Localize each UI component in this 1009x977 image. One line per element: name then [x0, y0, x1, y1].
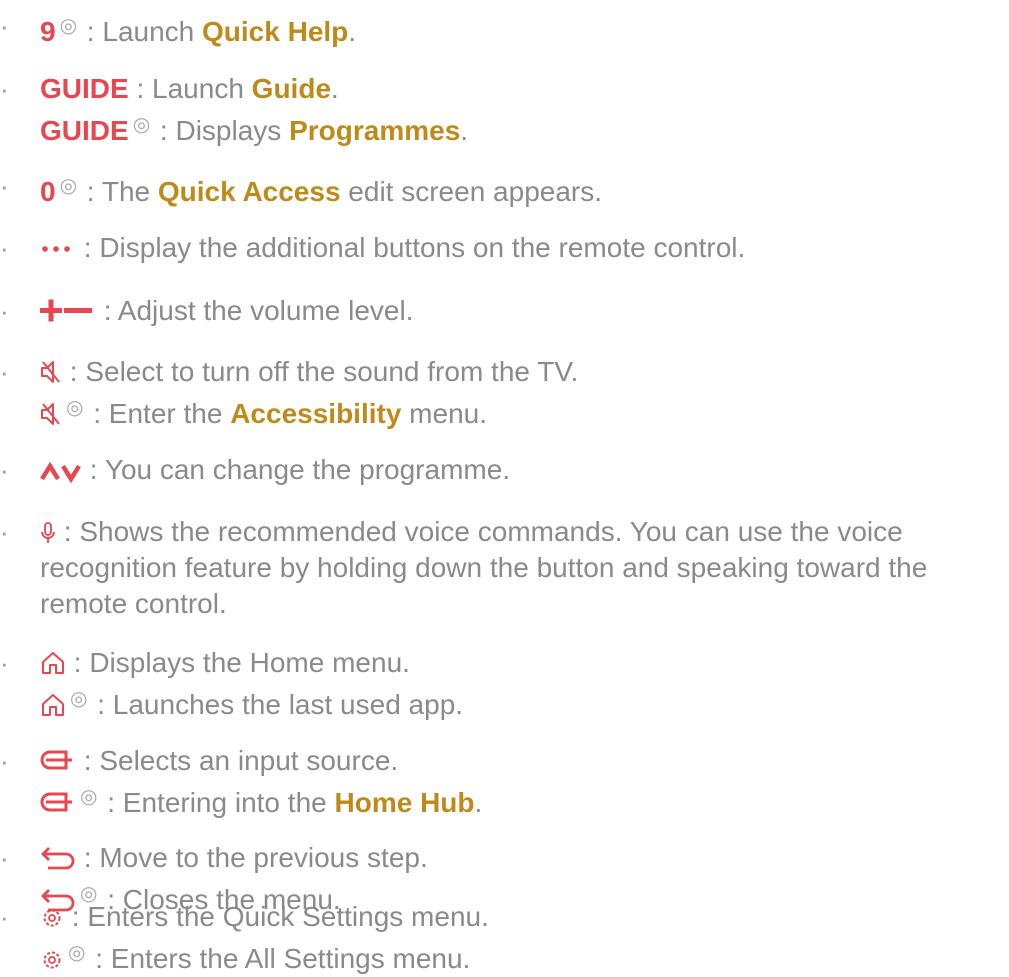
- key-label: GUIDE: [40, 73, 129, 104]
- list-item: · : Selects an input source. ◎ : Enterin…: [0, 743, 483, 818]
- description-text: : You can change the programme.: [82, 454, 511, 485]
- input-source-icon: [40, 748, 76, 774]
- description-text: : Entering into the: [99, 787, 335, 818]
- list-item: · : Enters the Quick Settings menu. ◎ : …: [0, 899, 489, 974]
- long-press-symbol: ◎: [70, 688, 88, 710]
- more-dots-icon: [40, 241, 76, 261]
- description-text: : Displays the Home menu.: [66, 647, 410, 678]
- menu-highlight: Accessibility: [230, 398, 402, 429]
- description-text: : Launches the last used app.: [89, 689, 464, 720]
- list-item: · : Shows the recommended voice commands…: [0, 514, 1000, 622]
- description-text: : Display the additional buttons on the …: [76, 232, 746, 263]
- list-item: · : Displays the Home menu. ◎ : Launches…: [0, 645, 464, 720]
- key-label: 9: [40, 16, 56, 47]
- description-text: : Enters the All Settings menu.: [87, 943, 471, 974]
- list-item: · : Select to turn off the sound from th…: [0, 354, 579, 429]
- list-item: · : Adjust the volume level.: [0, 293, 414, 329]
- description-text: : Enter the: [85, 398, 231, 429]
- list-item: · 9 ◎ : Launch Quick Help.: [0, 8, 357, 47]
- home-icon: [40, 692, 66, 718]
- bullet: ·: [0, 648, 9, 678]
- menu-highlight: Quick Access: [157, 176, 341, 207]
- menu-highlight: Guide: [251, 73, 332, 104]
- bullet: ·: [0, 455, 9, 485]
- key-label: GUIDE: [40, 115, 129, 146]
- description-text: : Enters the Quick Settings menu.: [64, 901, 489, 932]
- description-text: : Displays: [152, 115, 290, 146]
- bullet: ·: [0, 171, 9, 201]
- bullet: ·: [0, 902, 9, 932]
- list-item: · GUIDE : Launch Guide. GUIDE ◎ : Display…: [0, 71, 469, 146]
- mute-icon: [40, 401, 62, 427]
- description-text: .: [460, 115, 469, 146]
- back-arrow-icon: [40, 845, 76, 871]
- bullet: ·: [0, 746, 9, 776]
- settings-gear-icon: [40, 948, 64, 972]
- long-press-symbol: ◎: [80, 786, 98, 808]
- long-press-symbol: ◎: [59, 15, 78, 37]
- list-item: · 0 ◎ : The Quick Access edit screen appe…: [0, 168, 603, 207]
- description-text: edit screen appears.: [340, 176, 603, 207]
- description-text: menu.: [401, 398, 488, 429]
- long-press-symbol: ◎: [66, 397, 84, 419]
- bullet: ·: [0, 74, 9, 104]
- description-text: .: [474, 787, 483, 818]
- description-text: : Launch: [79, 16, 203, 47]
- menu-highlight: Quick Help: [202, 16, 349, 47]
- bullet: ·: [0, 357, 9, 387]
- long-press-symbol: ◎: [132, 114, 151, 136]
- long-press-symbol: ◎: [59, 175, 78, 197]
- volume-plus-minus-icon: [40, 298, 96, 324]
- list-item: · : You can change the programme.: [0, 452, 510, 488]
- description-text: .: [348, 16, 357, 47]
- channel-up-down-icon: [40, 461, 82, 483]
- input-source-icon: [40, 790, 76, 816]
- long-press-symbol: ◎: [68, 942, 86, 964]
- description-text: : Launch: [128, 73, 252, 104]
- bullet: ·: [0, 517, 9, 547]
- microphone-icon: [40, 521, 56, 545]
- home-icon: [40, 650, 66, 676]
- description-text: .: [331, 73, 339, 104]
- list-item: · : Display the additional buttons on th…: [0, 230, 745, 266]
- remote-button-guide: · 9 ◎ : Launch Quick Help. · GUIDE : Laun…: [0, 0, 1009, 977]
- description-text: : Adjust the volume level.: [96, 295, 414, 326]
- description-text: : Shows the recommended voice commands. …: [40, 516, 928, 619]
- menu-highlight: Programmes: [289, 115, 461, 146]
- menu-highlight: Home Hub: [334, 787, 475, 818]
- description-text: : Selects an input source.: [76, 745, 399, 776]
- description-text: : Move to the previous step.: [76, 842, 428, 873]
- settings-gear-icon: [40, 906, 64, 930]
- bullet: ·: [0, 843, 9, 873]
- mute-icon: [40, 359, 62, 385]
- description-text: : The: [79, 176, 158, 207]
- key-label: 0: [40, 176, 56, 207]
- description-text: : Select to turn off the sound from the …: [62, 356, 579, 387]
- bullet: ·: [0, 233, 9, 263]
- bullet: ·: [0, 11, 9, 41]
- bullet: ·: [0, 296, 9, 326]
